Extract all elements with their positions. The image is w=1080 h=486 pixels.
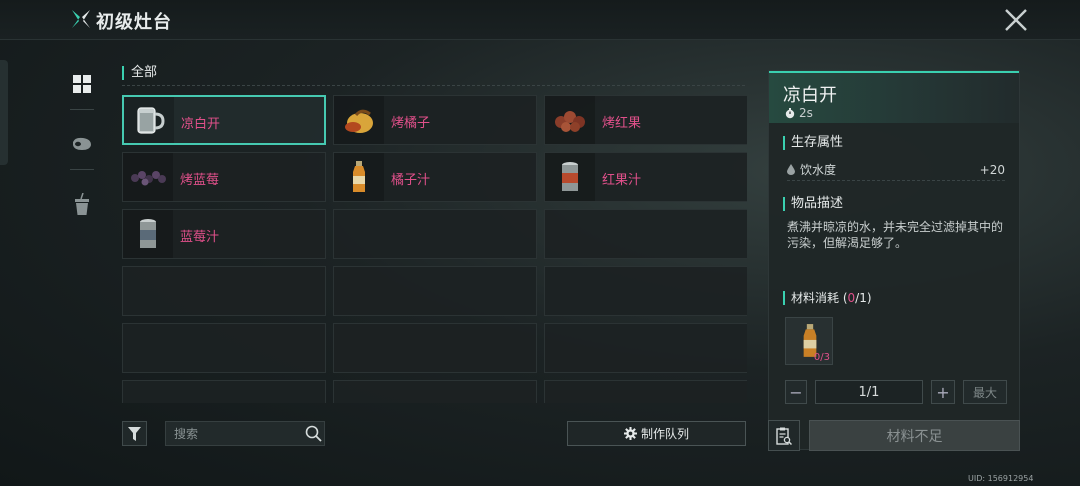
- recipe-cell[interactable]: 烤蓝莓: [122, 152, 326, 202]
- roasted-redfruit-icon: [555, 111, 585, 132]
- item-description: 煮沸并晾凉的水，并未完全过滤掉其中的污染，但解渴足够了。: [787, 220, 1004, 250]
- attribute-value: +20: [979, 162, 1005, 177]
- recipe-cell[interactable]: 凉白开: [122, 95, 326, 145]
- materials-title: 材料消耗 (0/1): [783, 291, 872, 305]
- craft-queue-label: 制作队列: [640, 427, 689, 441]
- recipe-slot-empty: [122, 266, 326, 316]
- item-detail-panel: 凉白开 2s 生存属性 饮水度 +20 物品描述 煮沸并晾凉的水，并未完全过滤掉…: [768, 70, 1020, 450]
- craft-time: 2s: [785, 106, 813, 120]
- sidebar-item-drink[interactable]: [62, 180, 102, 228]
- material-slot[interactable]: 0/3: [785, 317, 833, 365]
- recipe-name: 蓝莓汁: [180, 230, 220, 245]
- recipe-slot-empty: [544, 209, 747, 259]
- sidebar-item-food[interactable]: [62, 120, 102, 168]
- recipe-name: 烤蓝莓: [180, 173, 220, 188]
- search-box: [165, 421, 325, 446]
- craft-button[interactable]: 材料不足: [809, 420, 1020, 451]
- recipe-slot-empty: [333, 209, 537, 259]
- search-input[interactable]: [166, 422, 301, 445]
- item-title: 凉白开: [783, 85, 837, 106]
- drink-cup-icon: [75, 193, 89, 215]
- description-title: 物品描述: [783, 197, 843, 211]
- recipe-slot-empty: [333, 380, 537, 403]
- survival-attributes-title: 生存属性: [783, 136, 843, 150]
- page-title: 初级灶台: [96, 12, 172, 33]
- water-mug-icon: [137, 107, 165, 134]
- recipe-cell[interactable]: 蓝莓汁: [122, 209, 326, 259]
- recipe-slot-empty: [122, 323, 326, 373]
- clipboard-search-icon: [776, 427, 792, 445]
- left-edge-tab: [0, 60, 8, 165]
- recipe-name: 烤橘子: [391, 116, 431, 131]
- recipe-lookup-button[interactable]: [768, 420, 800, 451]
- quantity-max-button[interactable]: 最大: [963, 380, 1007, 404]
- grid-icon: [73, 75, 91, 93]
- recipe-slot-empty: [333, 323, 537, 373]
- recipe-slot-empty: [122, 380, 326, 403]
- top-bar: 初级灶台: [0, 0, 1080, 40]
- recipe-name: 橘子汁: [391, 173, 431, 188]
- craft-queue-button[interactable]: 制作队列: [567, 421, 746, 446]
- user-id: UID: 156912954: [968, 474, 1034, 483]
- quantity-increase-button[interactable]: +: [931, 380, 955, 404]
- recipe-name: 凉白开: [181, 117, 221, 132]
- recipe-cell[interactable]: 橘子汁: [333, 152, 537, 202]
- recipe-slot-empty: [544, 323, 747, 373]
- recipe-slot-empty: [544, 266, 747, 316]
- detail-header: 凉白开 2s: [769, 71, 1019, 123]
- recipe-cell[interactable]: 烤橘子: [333, 95, 537, 145]
- stopwatch-icon: [785, 107, 795, 118]
- redfruit-juice-can-icon: [562, 162, 578, 191]
- attribute-row: 饮水度 +20: [787, 159, 1005, 181]
- water-drop-icon: [787, 164, 795, 175]
- materials-have: 0: [847, 291, 856, 305]
- roasted-blueberry-icon: [131, 171, 166, 186]
- category-divider: [122, 85, 745, 86]
- star-emblem-icon: [72, 10, 90, 28]
- category-title: 全部: [122, 66, 157, 80]
- quantity-decrease-button[interactable]: −: [785, 380, 807, 404]
- sidebar-divider: [70, 109, 94, 110]
- orange-juice-bottle-icon: [353, 161, 365, 192]
- filter-icon: [128, 426, 141, 441]
- sidebar-divider: [70, 169, 94, 170]
- materials-need: /1: [855, 291, 867, 305]
- recipe-name: 红果汁: [602, 173, 642, 188]
- recipe-slot-empty: [333, 266, 537, 316]
- filter-button[interactable]: [122, 421, 147, 446]
- meat-icon: [73, 137, 91, 150]
- blueberry-juice-can-icon: [140, 219, 156, 248]
- quantity-value[interactable]: 1/1: [815, 380, 923, 404]
- recipe-cell[interactable]: 烤红果: [544, 95, 747, 145]
- gear-icon: [623, 427, 637, 440]
- recipe-cell[interactable]: 红果汁: [544, 152, 747, 202]
- sidebar-item-all[interactable]: [62, 60, 102, 108]
- close-icon[interactable]: [1002, 6, 1030, 34]
- roasted-orange-icon: [345, 109, 373, 133]
- craft-time-value: 2s: [799, 106, 813, 120]
- recipe-slot-empty: [544, 380, 747, 403]
- material-count: 0/3: [813, 352, 830, 363]
- recipe-grid: 凉白开 烤橘子 烤红果 烤蓝莓 橘子汁 红果汁 蓝莓汁: [122, 95, 747, 403]
- search-icon[interactable]: [305, 425, 322, 442]
- recipe-name: 烤红果: [602, 116, 642, 131]
- attribute-label: 饮水度: [800, 163, 837, 177]
